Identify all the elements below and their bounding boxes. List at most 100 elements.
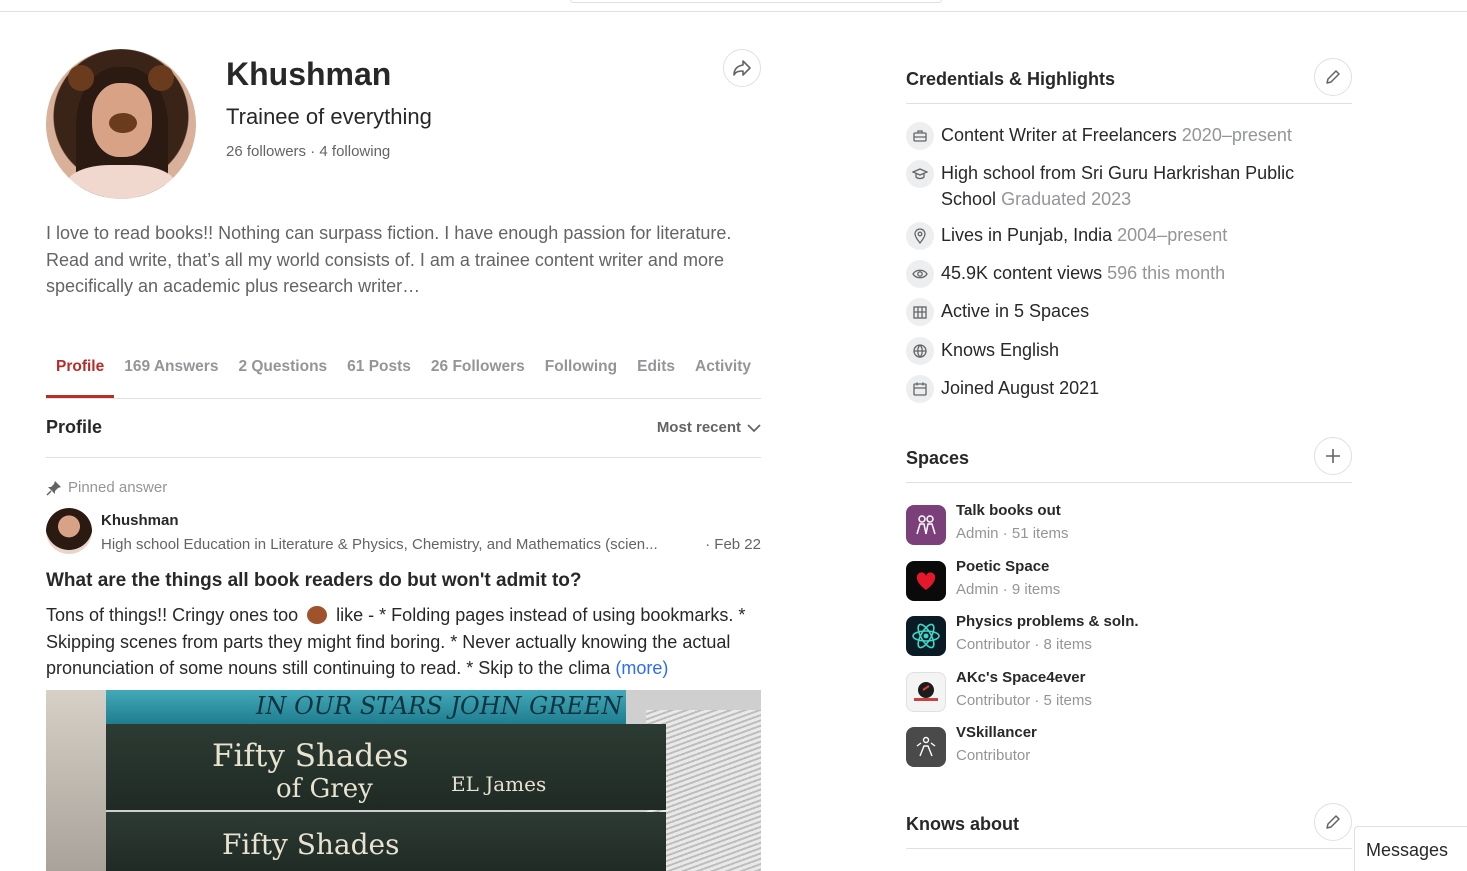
- answer-preview[interactable]: Tons of things!! Cringy ones too like - …: [46, 602, 761, 682]
- pencil-icon: [1326, 815, 1340, 829]
- space-item[interactable]: AKc's Space4ever Contributor · 5 items: [906, 669, 1352, 715]
- globe-icon: [906, 337, 934, 365]
- spaces-header: Spaces: [906, 435, 1352, 483]
- space-name[interactable]: Poetic Space: [956, 558, 1049, 575]
- credential-main: Lives in Punjab, India: [941, 225, 1113, 245]
- profile-name: Khushman: [226, 56, 392, 92]
- credential-item[interactable]: 45.9K content views 596 this month: [906, 260, 1352, 288]
- physics-atom-icon[interactable]: [906, 616, 946, 656]
- credential-text: Joined August 2021: [941, 375, 1099, 401]
- poetic-space-heart-icon[interactable]: [906, 561, 946, 601]
- more-link[interactable]: (more): [615, 658, 668, 678]
- credential-main: Joined August 2021: [941, 378, 1100, 398]
- chevron-down-icon: [747, 423, 761, 432]
- credential-text: Active in 5 Spaces: [941, 298, 1089, 324]
- book-spine-teal: IN OUR STARS JOHN GREEN: [106, 690, 626, 724]
- avatar-filter-ear-left: [68, 65, 94, 91]
- profile-section-header: Profile Most recent: [46, 417, 761, 458]
- credentials-title: Credentials & Highlights: [906, 69, 1116, 89]
- credential-main: Knows English: [941, 340, 1060, 360]
- follow-counts: 26 followers · 4 following: [226, 143, 390, 160]
- search-bar[interactable]: [570, 0, 942, 3]
- tab-profile[interactable]: Profile: [46, 354, 115, 398]
- pinned-text: Pinned answer: [68, 479, 168, 496]
- knows-about-title: Knows about: [906, 814, 1019, 834]
- credential-text: Lives in Punjab, India 2004–present: [941, 222, 1227, 248]
- credential-text: Knows English: [941, 337, 1059, 363]
- credential-main: Active in 5 Spaces: [941, 301, 1090, 321]
- tab-26-followers[interactable]: 26 Followers: [421, 354, 535, 398]
- answer-date[interactable]: · Feb 22: [705, 536, 761, 553]
- credential-text: Content Writer at Freelancers 2020–prese…: [941, 122, 1292, 148]
- space-item[interactable]: Poetic Space Admin · 9 items: [906, 558, 1352, 604]
- book-spine-dark-1: Fifty Shades of Grey EL James: [106, 724, 666, 810]
- book-title-line2: of Grey: [276, 774, 373, 804]
- space-name[interactable]: Physics problems & soln.: [956, 613, 1139, 630]
- separator-dot: ·: [310, 143, 316, 160]
- vskillancer-space-icon[interactable]: [906, 727, 946, 767]
- eye-icon: [906, 260, 934, 288]
- followers-link[interactable]: 26 followers: [226, 143, 306, 160]
- briefcase-icon: [906, 122, 934, 150]
- author-credential[interactable]: High school Education in Literature & Ph…: [101, 536, 697, 553]
- credentials-header: Credentials & Highlights: [906, 56, 1352, 104]
- akc-space-logo-icon[interactable]: [906, 672, 946, 712]
- tab-activity[interactable]: Activity: [685, 354, 761, 398]
- pin-icon: [46, 480, 61, 496]
- space-name[interactable]: Talk books out: [956, 502, 1061, 519]
- tab-following[interactable]: Following: [535, 354, 627, 398]
- profile-bio: I love to read books!! Nothing can surpa…: [46, 223, 732, 296]
- tab-2-questions[interactable]: 2 Questions: [228, 354, 337, 398]
- sort-dropdown[interactable]: Most recent: [657, 419, 761, 436]
- profile-main-column: Khushman Trainee of everything 26 follow…: [46, 12, 761, 871]
- talk-books-out-space-icon[interactable]: [906, 505, 946, 545]
- space-name[interactable]: AKc's Space4ever: [956, 669, 1086, 686]
- credential-item[interactable]: Knows English: [906, 337, 1352, 365]
- profile-tabs: Profile 169 Answers 2 Questions 61 Posts 26 …: [46, 354, 761, 399]
- space-meta: Contributor: [956, 747, 1031, 764]
- share-button[interactable]: [723, 49, 761, 87]
- profile-tagline[interactable]: Trainee of everything: [226, 104, 432, 130]
- tab-edits[interactable]: Edits: [627, 354, 685, 398]
- answer-image[interactable]: IN OUR STARS JOHN GREEN Fifty Shades of …: [46, 690, 761, 871]
- avatar-shirt: [66, 165, 176, 199]
- profile-sidebar: Credentials & Highlights Content Writer …: [906, 12, 1352, 871]
- pencil-icon: [1326, 70, 1340, 84]
- location-pin-icon: [906, 222, 934, 250]
- space-item[interactable]: Physics problems & soln. Contributor · 8 …: [906, 613, 1352, 659]
- messages-button[interactable]: Messages: [1354, 826, 1467, 871]
- add-space-button[interactable]: [1314, 437, 1352, 475]
- credential-item[interactable]: Lives in Punjab, India 2004–present: [906, 222, 1352, 250]
- credential-item[interactable]: Joined August 2021: [906, 375, 1352, 403]
- space-item[interactable]: VSkillancer Contributor: [906, 724, 1352, 770]
- book-title-line1: Fifty Shades: [212, 738, 409, 774]
- question-title[interactable]: What are the things all book readers do …: [46, 570, 761, 592]
- credential-item[interactable]: Content Writer at Freelancers 2020–prese…: [906, 122, 1352, 150]
- book-spine-dark-2: Fifty Shades: [106, 812, 666, 871]
- tab-169-answers[interactable]: 169 Answers: [114, 354, 228, 398]
- edit-credentials-button[interactable]: [1314, 58, 1352, 96]
- edit-knows-about-button[interactable]: [1314, 803, 1352, 841]
- pinned-answer-label: Pinned answer: [46, 479, 167, 496]
- section-title: Profile: [46, 417, 103, 437]
- book-author: EL James: [451, 772, 547, 796]
- avatar-filter-nose: [109, 113, 137, 133]
- credential-detail: 596 this month: [1107, 263, 1226, 283]
- knows-about-header: Knows about: [906, 801, 1352, 849]
- plus-icon: [1326, 449, 1340, 463]
- author-name[interactable]: Khushman: [101, 512, 179, 529]
- space-meta: Admin · 51 items: [956, 525, 1069, 542]
- tab-61-posts[interactable]: 61 Posts: [337, 354, 421, 398]
- space-name[interactable]: VSkillancer: [956, 724, 1037, 741]
- author-credential-row: High school Education in Literature & Ph…: [101, 536, 761, 553]
- credential-item[interactable]: High school from Sri Guru Harkrishan Pub…: [906, 160, 1352, 212]
- see-no-evil-monkey-emoji-icon: [307, 606, 328, 624]
- credential-item[interactable]: Active in 5 Spaces: [906, 298, 1352, 326]
- profile-avatar[interactable]: [46, 49, 196, 199]
- space-item[interactable]: Talk books out Admin · 51 items: [906, 502, 1352, 548]
- following-link[interactable]: 4 following: [319, 143, 390, 160]
- top-navigation-bar: [0, 0, 1467, 12]
- author-avatar[interactable]: [46, 508, 92, 554]
- share-arrow-icon: [733, 60, 751, 76]
- credential-text: High school from Sri Guru Harkrishan Pub…: [941, 160, 1352, 212]
